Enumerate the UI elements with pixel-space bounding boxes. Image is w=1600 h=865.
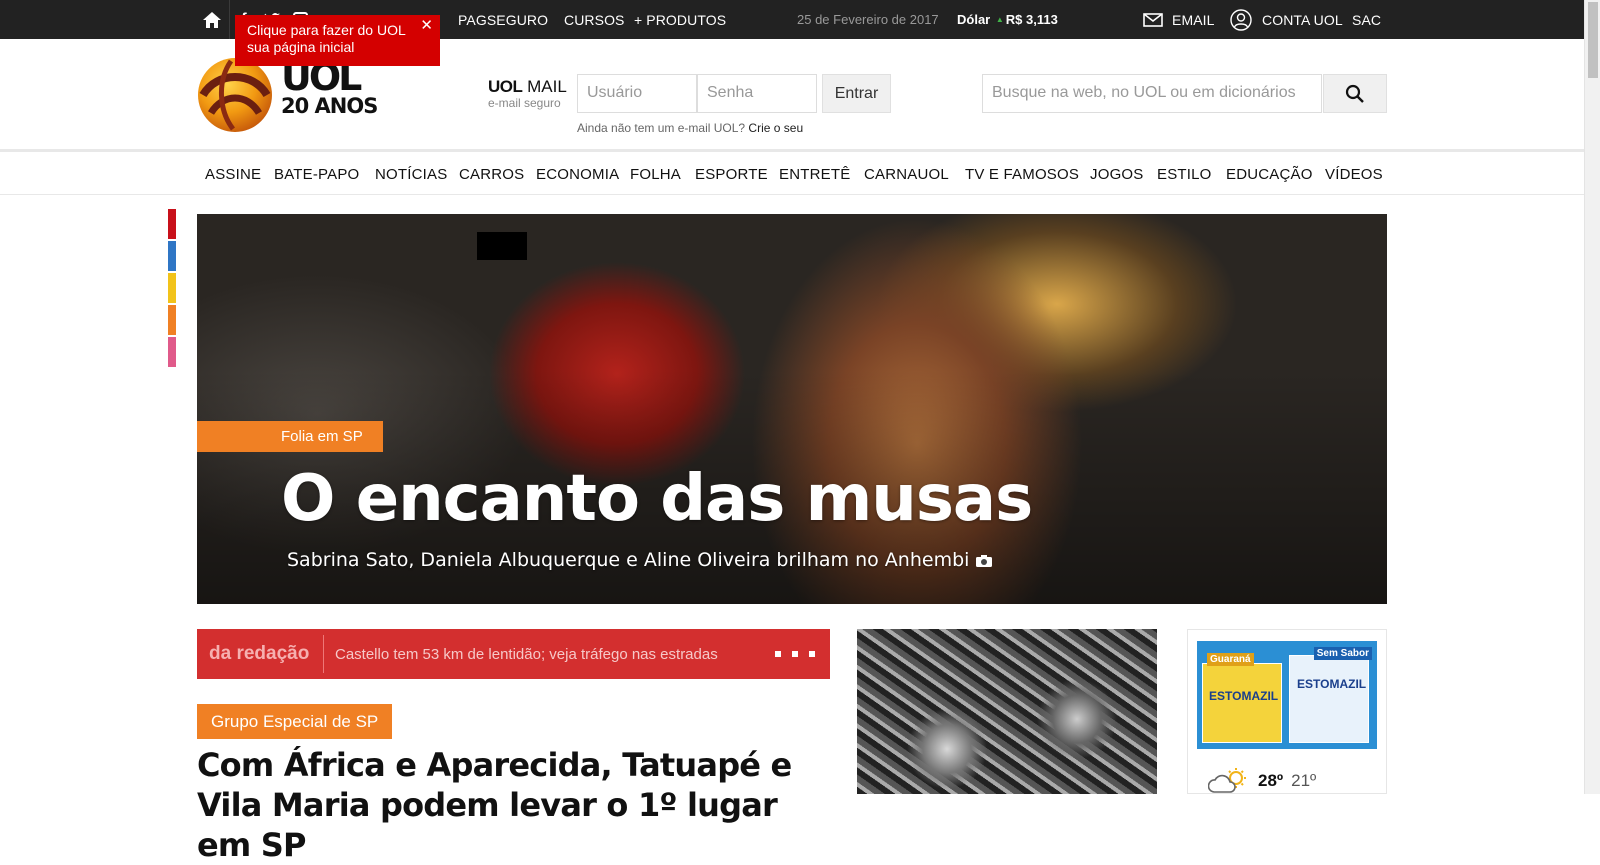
camera-icon [976,554,993,567]
temp-low: 21º [1291,771,1317,790]
mail-subtitle: e-mail seguro [488,96,561,110]
topbar-link-produtos[interactable]: + PRODUTOS [634,12,726,28]
search-input[interactable]: Busque na web, no UOL ou em dicionários [982,74,1322,113]
news-photo[interactable] [857,629,1157,794]
hero-subtitle-text: Sabrina Sato, Daniela Albuquerque e Alin… [287,549,970,571]
uol-logo-icon[interactable] [197,57,273,133]
weather-widget[interactable]: 28º 21º [1208,768,1316,794]
ticker-dot[interactable] [775,651,781,657]
dolar-value: R$ 3,113 [1005,12,1058,27]
tooltip-text-line2: sua página inicial [247,39,355,55]
conta-uol-link[interactable]: CONTA UOL [1262,12,1343,28]
mail-brand-rest: MAIL [527,77,567,96]
page-scrollbar[interactable] [1584,0,1600,794]
dolar-label: Dólar [957,12,991,27]
ad-pack-yellow [1202,663,1282,743]
nav-item-assine[interactable]: ASSINE [205,166,261,183]
nav-item-bate-papo[interactable]: BATE-PAPO [274,166,359,183]
nav-item-videos[interactable]: VÍDEOS [1325,166,1383,183]
hero-black-block [477,232,527,260]
hero-shade [197,214,1387,604]
ticker-text[interactable]: Castello tem 53 km de lentidão; veja trá… [335,646,718,663]
dolar-rate: Dólar ▲ R$ 3,113 [957,12,1058,27]
side-bar-orange[interactable] [168,305,176,335]
password-field[interactable]: Senha [697,74,817,113]
scrollbar-thumb[interactable] [1588,2,1598,78]
signup-link[interactable]: Crie o seu [748,121,803,135]
logo-line2: 20 ANOS [281,94,378,118]
ad-box: Guaraná Sem Sabor ESTOMAZIL ESTOMAZIL 28… [1187,629,1387,794]
topbar-link-pagseguro[interactable]: PAGSEGURO [458,12,548,28]
signup-note: Ainda não tem um e-mail UOL? Crie o seu [577,121,803,135]
temp-high: 28º [1258,771,1284,790]
signup-note-text: Ainda não tem um e-mail UOL? [577,121,746,135]
hero-subtitle[interactable]: Sabrina Sato, Daniela Albuquerque e Alin… [287,549,993,571]
ticker-label: da redação [209,643,310,664]
story-title[interactable]: Com África e Aparecida, Tatuapé e Vila M… [197,745,837,865]
ticker-divider [323,635,324,673]
home-icon[interactable] [196,0,228,39]
current-date: 25 de Fevereiro de 2017 [797,12,939,27]
user-field[interactable]: Usuário [577,74,697,113]
ticker-dot[interactable] [809,651,815,657]
login-button[interactable]: Entrar [822,74,891,113]
hero-headline[interactable]: O encanto das musas [281,462,1033,536]
ad-brand: ESTOMAZIL [1209,689,1279,703]
close-icon[interactable]: ✕ [420,17,433,34]
topbar-link-cursos[interactable]: CURSOS [564,12,625,28]
mail-brand-bold: UOL [488,77,523,96]
ad-label-guarana: Guaraná [1207,653,1254,666]
main-nav: ASSINE BATE-PAPO NOTÍCIAS CARROS ECONOMI… [0,155,1584,195]
nav-item-noticias[interactable]: NOTÍCIAS [375,166,447,183]
ad-label-sem-sabor: Sem Sabor [1313,647,1372,660]
email-link[interactable]: EMAIL [1172,12,1215,28]
nav-item-jogos[interactable]: JOGOS [1090,166,1144,183]
nav-item-carnauol[interactable]: CARNAUOL [864,166,949,183]
search-icon [1345,84,1364,103]
homepage-tooltip[interactable]: Clique para fazer do UOL sua página inic… [235,15,440,66]
nav-item-carros[interactable]: CARROS [459,166,524,183]
sac-link[interactable]: SAC [1352,12,1381,28]
logo-wordmark[interactable]: UOL 20 ANOS [281,58,378,118]
hero-banner[interactable]: Folia em SP O encanto das musas Sabrina … [197,214,1387,604]
hero-tag[interactable]: Folia em SP [197,421,383,452]
nav-item-entrete[interactable]: ENTRETÊ [779,166,850,183]
side-bar-red[interactable] [168,209,176,239]
ad-image[interactable]: Guaraná Sem Sabor ESTOMAZIL ESTOMAZIL [1197,641,1377,749]
ad-brand: ESTOMAZIL [1297,677,1367,691]
story-tag[interactable]: Grupo Especial de SP [197,704,393,739]
search-button[interactable] [1323,74,1387,113]
news-ticker[interactable]: da redação Castello tem 53 km de lentidã… [197,629,830,679]
uol-mail-brand: UOL MAIL [488,77,567,97]
tooltip-text-line1: Clique para fazer do UOL [247,22,406,38]
partly-cloudy-icon [1208,768,1246,793]
nav-item-folha[interactable]: FOLHA [630,166,681,183]
email-icon[interactable] [1142,0,1164,39]
side-bar-yellow[interactable] [168,273,176,303]
ad-pack-white [1289,655,1369,743]
ticker-dot[interactable] [792,651,798,657]
nav-item-esporte[interactable]: ESPORTE [695,166,768,183]
user-icon[interactable] [1229,0,1253,39]
nav-item-educacao[interactable]: EDUCAÇÃO [1226,166,1313,183]
nav-item-tv-e-famosos[interactable]: TV E FAMOSOS [965,166,1079,183]
nav-item-economia[interactable]: ECONOMIA [536,166,619,183]
side-bar-blue[interactable] [168,241,176,271]
side-bar-pink[interactable] [168,337,176,367]
nav-item-estilo[interactable]: ESTILO [1157,166,1212,183]
up-arrow-icon: ▲ [995,15,1004,24]
